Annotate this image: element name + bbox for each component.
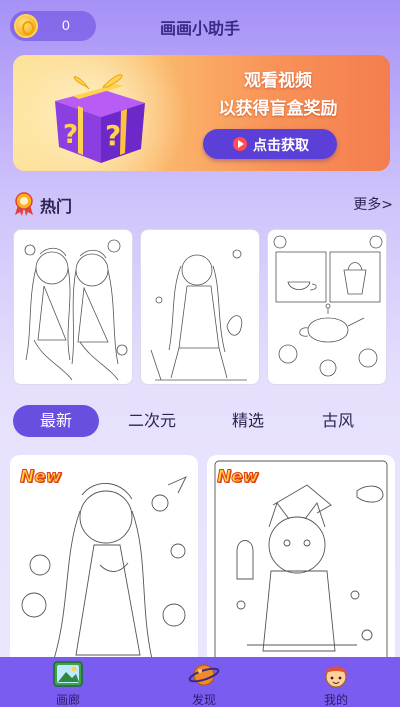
- gallery-icon: [53, 661, 83, 687]
- app-title: 画画小助手: [159, 19, 240, 38]
- play-icon: [233, 137, 247, 151]
- banner-subline: 以获得盲盒奖励: [218, 99, 338, 119]
- nav-gallery[interactable]: 画廊: [28, 657, 108, 707]
- tab-featured[interactable]: 精选: [205, 405, 291, 437]
- line-art-thumbnail: [24, 239, 128, 381]
- new-badge: New: [216, 467, 259, 488]
- svg-text:?: ?: [105, 119, 121, 152]
- category-tabs: 最新 二次元 精选 古风: [13, 405, 393, 437]
- line-art-thumbnail: [273, 235, 383, 377]
- feed-artwork-card[interactable]: New: [207, 455, 395, 665]
- svg-text:?: ?: [63, 120, 78, 150]
- line-art-thumbnail: [150, 249, 247, 381]
- nav-discover-label: 发现: [191, 693, 216, 707]
- nav-gallery-label: 画廊: [55, 693, 80, 707]
- hot-artwork-card[interactable]: [13, 229, 133, 385]
- feed-artwork-card[interactable]: New: [10, 455, 198, 665]
- top-bar: 0 画画小助手: [0, 0, 400, 52]
- hot-section-header: 热门 更多>: [13, 190, 393, 216]
- new-badge: New: [19, 467, 62, 488]
- nav-profile[interactable]: 我的: [296, 657, 376, 707]
- more-link[interactable]: 更多>: [353, 194, 393, 214]
- claim-reward-button[interactable]: 点击获取: [203, 129, 337, 159]
- hot-artwork-card[interactable]: [267, 229, 387, 385]
- tab-latest[interactable]: 最新: [13, 405, 99, 437]
- gift-box-icon: ? ?: [55, 74, 145, 163]
- blind-box-banner[interactable]: ? ? 观看视频 以获得盲盒奖励 点击获取: [13, 55, 390, 171]
- tab-anime[interactable]: 二次元: [109, 405, 195, 437]
- tab-classical[interactable]: 古风: [295, 405, 381, 437]
- nav-profile-label: 我的: [323, 693, 348, 707]
- planet-icon: [188, 664, 220, 686]
- medal-icon: [15, 192, 33, 216]
- nav-discover[interactable]: 发现: [164, 657, 244, 707]
- hot-section-title: 热门: [40, 197, 73, 216]
- bottom-nav: 画廊 发现 我的: [0, 657, 400, 707]
- claim-reward-label: 点击获取: [253, 138, 309, 154]
- profile-icon: [325, 666, 347, 688]
- banner-headline: 观看视频: [244, 71, 312, 91]
- hot-artwork-card[interactable]: [140, 229, 260, 385]
